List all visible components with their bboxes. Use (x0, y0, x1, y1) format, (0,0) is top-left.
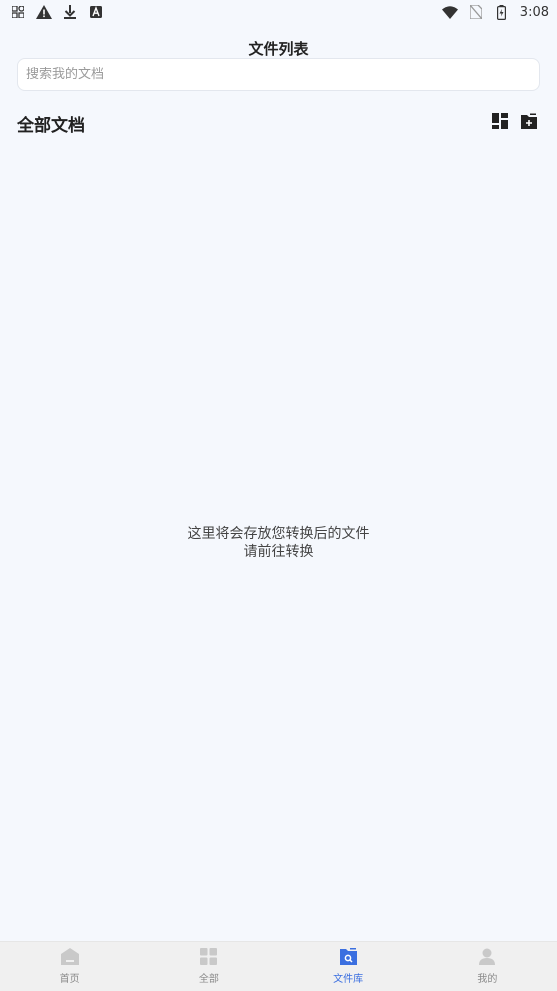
bottom-tab-bar: 首页 全部 文件库 我的 (0, 941, 557, 991)
profile-icon (477, 946, 497, 966)
home-icon (60, 946, 80, 966)
download-icon (62, 4, 78, 20)
page-title: 文件列表 (248, 40, 309, 58)
empty-state-hint: 请前往转换 (243, 544, 314, 560)
status-bar-left (10, 4, 104, 20)
layout-grid-icon[interactable] (492, 113, 508, 129)
empty-state: 这里将会存放您转换后的文件 请前往转换 (0, 525, 557, 561)
section-title: 全部文档 (17, 116, 85, 136)
wifi-icon (441, 4, 458, 20)
tab-all-label: 全部 (198, 974, 219, 985)
tab-file-library-label: 文件库 (333, 974, 364, 985)
tab-all[interactable]: 全部 (139, 942, 278, 991)
tab-home[interactable]: 首页 (0, 942, 139, 991)
grid-icon (199, 946, 219, 966)
empty-state-message: 这里将会存放您转换后的文件 (187, 526, 370, 542)
file-library-icon (338, 946, 358, 966)
search-input[interactable] (26, 67, 539, 82)
status-time: 3:08 (519, 4, 549, 20)
apps-icon (10, 4, 26, 20)
new-folder-icon[interactable] (521, 113, 537, 129)
search-box[interactable] (17, 58, 540, 91)
battery-charging-icon (494, 4, 510, 20)
warning-icon (36, 4, 52, 20)
tab-home-label: 首页 (59, 974, 80, 985)
status-bar: 3:08 (0, 0, 557, 24)
tab-file-library[interactable]: 文件库 (279, 942, 418, 991)
status-bar-right: 3:08 (441, 4, 549, 20)
no-sim-icon (468, 4, 484, 20)
tab-profile-label: 我的 (477, 974, 498, 985)
tab-profile[interactable]: 我的 (418, 942, 557, 991)
section-actions (492, 113, 537, 129)
text-a-icon (88, 4, 104, 20)
